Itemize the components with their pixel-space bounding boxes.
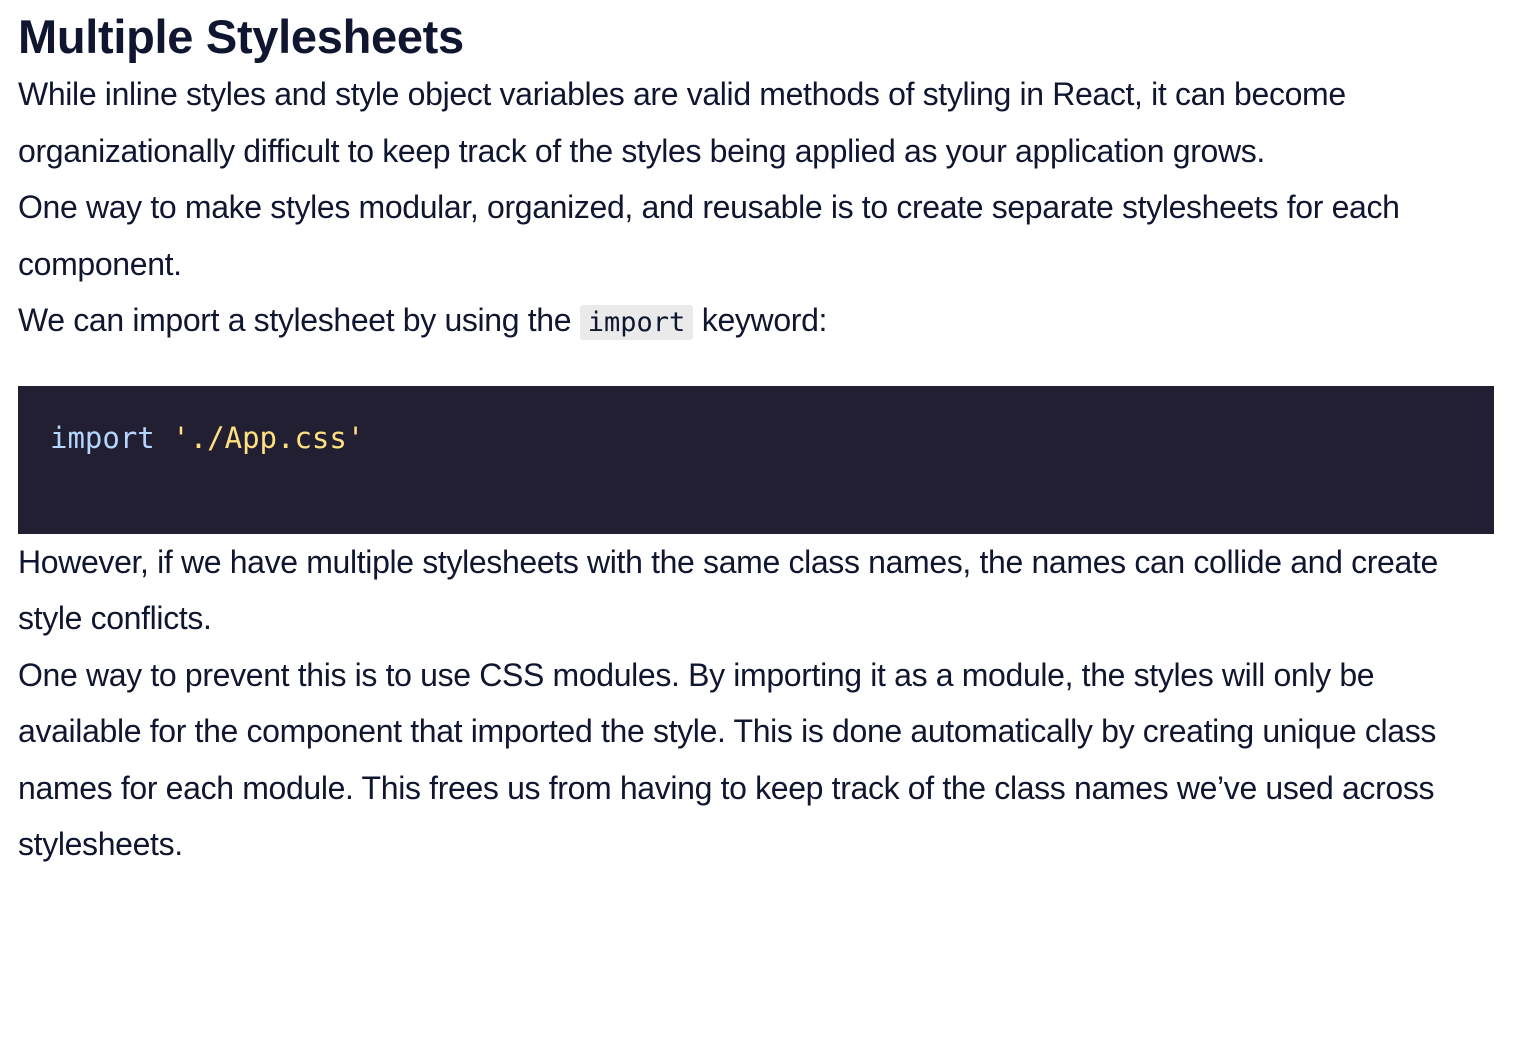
paragraph-inline-styles: While inline styles and style object var… [18,76,1346,169]
inline-code-import: import [579,305,694,340]
code-string-path: './App.css' [172,420,365,455]
page-title: Multiple Stylesheets [18,10,464,63]
paragraph-class-collisions: However, if we have multiple stylesheets… [18,543,1438,637]
paragraph-import-intro: We can import a stylesheet by using the … [18,292,1496,352]
code-keyword-import: import [50,420,155,455]
import-intro-text: We can import a stylesheet by using the [18,302,580,338]
paragraph-modular-styles: One way to make styles modular, organize… [18,189,1400,282]
import-intro-suffix: keyword: [693,302,828,338]
code-block: import './App.css' [18,385,1494,534]
article: Multiple Stylesheets While inline styles… [18,0,1496,873]
paragraph-css-modules: One way to prevent this is to use CSS mo… [18,656,1437,863]
